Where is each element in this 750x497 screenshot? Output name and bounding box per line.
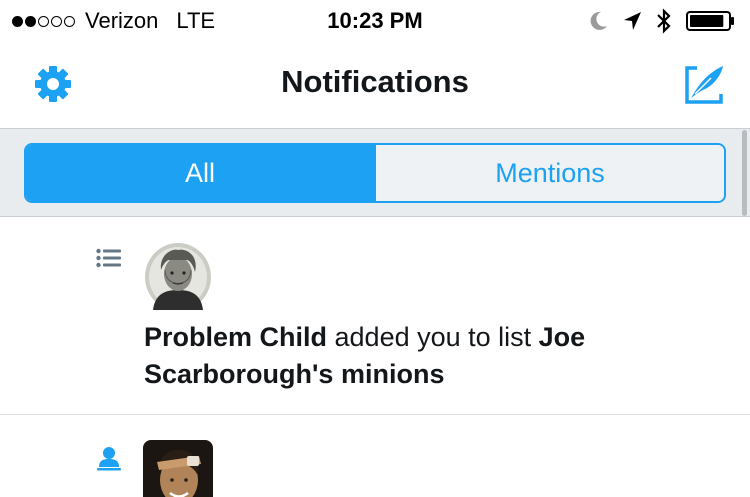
page-title: Notifications (281, 64, 469, 99)
nav-bar: Notifications (0, 40, 750, 128)
notification-item[interactable] (0, 416, 750, 497)
battery-icon (686, 11, 734, 31)
status-right (588, 8, 736, 34)
avatar[interactable] (143, 440, 213, 497)
follow-person-icon (97, 447, 121, 471)
list-icon (96, 248, 121, 268)
scrollbar[interactable] (742, 130, 747, 216)
avatar-person-photo (143, 440, 213, 497)
moon-icon (590, 11, 607, 30)
notification-action: added you to list (327, 322, 539, 352)
avatar[interactable] (143, 240, 213, 310)
compose-icon (685, 66, 723, 104)
tab-all[interactable]: All (26, 145, 374, 201)
notifications-filter: All Mentions (24, 143, 726, 203)
notification-item[interactable]: Problem Child added you to list Joe Scar… (0, 217, 750, 415)
status-bar: Verizon LTE 10:23 PM (0, 0, 750, 40)
notification-user[interactable]: Problem Child (144, 322, 327, 352)
filter-bar: All Mentions (0, 128, 750, 217)
avatar-banknote-portrait (143, 240, 213, 310)
tab-mentions[interactable]: Mentions (374, 145, 724, 201)
bluetooth-icon (657, 8, 671, 34)
notification-text: Problem Child added you to list Joe Scar… (144, 319, 704, 393)
location-arrow-icon (624, 12, 641, 30)
compose-button[interactable] (683, 62, 727, 106)
